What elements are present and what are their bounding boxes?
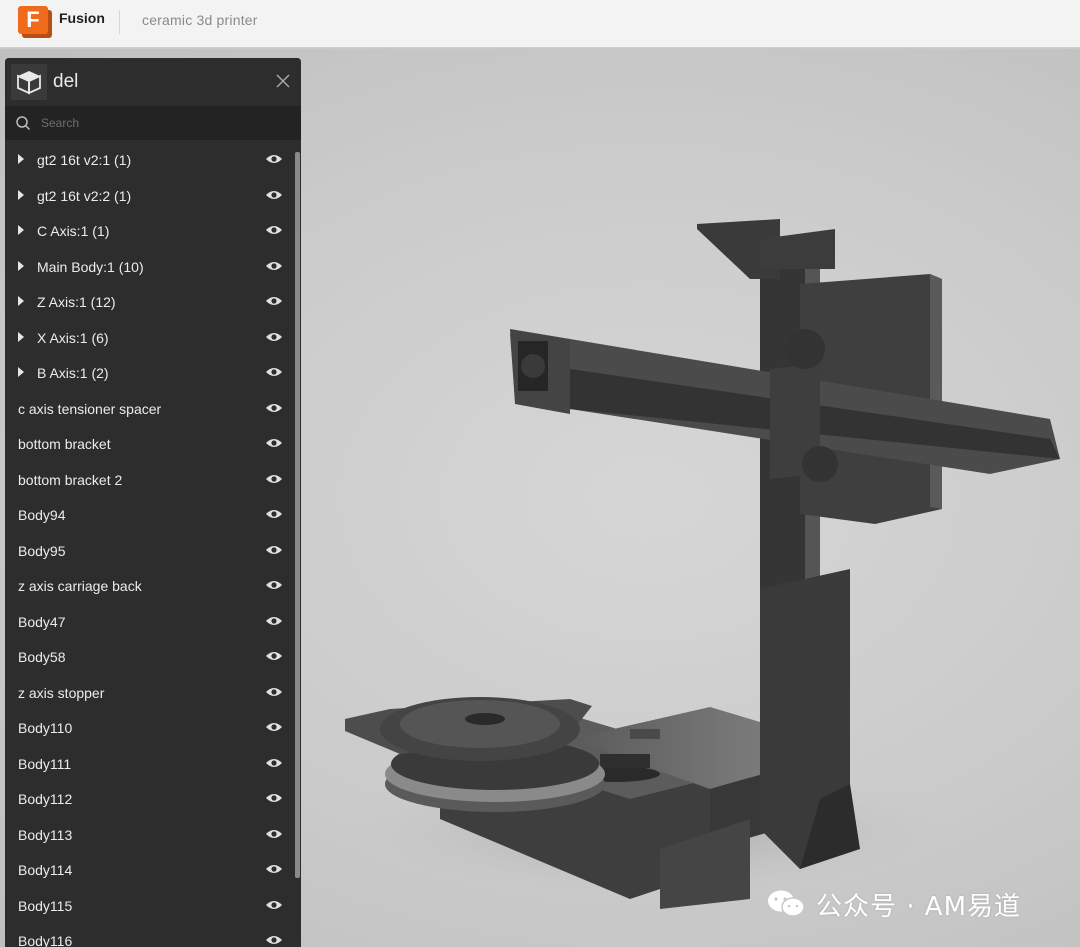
visibility-eye-icon[interactable]: [265, 828, 283, 840]
visibility-eye-icon[interactable]: [265, 224, 283, 236]
model-cube-icon[interactable]: [11, 64, 47, 100]
visibility-eye-icon[interactable]: [265, 579, 283, 591]
tree-item[interactable]: B Axis:1 (2): [5, 355, 293, 391]
tree-item-label: Body47: [18, 613, 66, 630]
visibility-eye-icon[interactable]: [265, 721, 283, 733]
divider: [119, 10, 120, 34]
visibility-eye-icon[interactable]: [265, 331, 283, 343]
visibility-eye-icon[interactable]: [265, 615, 283, 627]
tree-item-label: Body115: [18, 897, 73, 914]
visibility-eye-icon[interactable]: [265, 402, 283, 414]
tree-item[interactable]: X Axis:1 (6): [5, 320, 293, 356]
expand-arrow-icon[interactable]: [18, 260, 24, 271]
visibility-eye-icon[interactable]: [265, 863, 283, 875]
tree-item-label: Body113: [18, 826, 73, 843]
fusion-logo-icon[interactable]: F: [18, 6, 52, 38]
tree-item[interactable]: Body112: [5, 781, 293, 817]
visibility-eye-icon[interactable]: [265, 650, 283, 662]
tree-item-label: Body58: [18, 649, 66, 665]
tree-item-label: C Axis:1 (1): [37, 223, 110, 239]
browser-header: del: [5, 58, 301, 106]
watermark-text: 公众号 · AM易道: [816, 891, 1022, 922]
tree-item-label: z axis stopper: [18, 684, 105, 701]
visibility-eye-icon[interactable]: [265, 260, 283, 272]
tree-item-label: Main Body:1 (10): [37, 258, 144, 275]
tree-item[interactable]: Body58: [5, 639, 293, 675]
tree-item[interactable]: c axis tensioner spacer: [5, 391, 293, 427]
tree-item[interactable]: gt2 16t v2:2 (1): [5, 178, 293, 214]
tree-item[interactable]: Body94: [5, 497, 293, 533]
tree-item-label: gt2 16t v2:1 (1): [37, 152, 132, 168]
visibility-eye-icon[interactable]: [265, 508, 283, 520]
visibility-eye-icon[interactable]: [265, 473, 283, 485]
visibility-eye-icon[interactable]: [265, 366, 283, 378]
tree-item[interactable]: Body115: [5, 888, 293, 924]
expand-arrow-icon[interactable]: [18, 154, 24, 164]
browser-panel: del gt2 16t v2:1 (1) gt2 16t v2:2 (1) C Ax…: [5, 58, 301, 947]
tree-item-label: z axis carriage back: [18, 578, 142, 594]
tree-item-label: Body95: [18, 542, 66, 559]
browser-title: del: [53, 71, 79, 92]
document-title[interactable]: ceramic 3d printer: [142, 12, 258, 28]
tree-item[interactable]: z axis carriage back: [5, 568, 293, 604]
search-icon: [16, 116, 31, 131]
visibility-eye-icon[interactable]: [265, 934, 283, 946]
visibility-eye-icon[interactable]: [265, 437, 283, 449]
tree-item-label: c axis tensioner spacer: [18, 400, 162, 417]
visibility-eye-icon[interactable]: [265, 295, 283, 307]
tree-item-label: Body112: [18, 791, 73, 807]
tree-item[interactable]: bottom bracket 2: [5, 462, 293, 498]
visibility-eye-icon[interactable]: [265, 544, 283, 556]
watermark: 公众号 · AM易道: [766, 886, 1021, 922]
visibility-eye-icon[interactable]: [265, 899, 283, 911]
tree-item[interactable]: gt2 16t v2:1 (1): [5, 142, 293, 178]
expand-arrow-icon[interactable]: [18, 296, 24, 306]
tree-item-label: bottom bracket: [18, 436, 111, 452]
tree-item-label: gt2 16t v2:2 (1): [37, 187, 132, 204]
tree-item[interactable]: Body95: [5, 533, 293, 569]
top-bar: F Fusion ceramic 3d printer: [0, 0, 1080, 48]
tree-item[interactable]: Main Body:1 (10): [5, 249, 293, 285]
scrollbar[interactable]: [295, 152, 300, 878]
tree-item-label: X Axis:1 (6): [37, 329, 109, 346]
tree-item[interactable]: Body114: [5, 852, 293, 888]
logo-letter: F: [18, 6, 48, 34]
wechat-icon: [768, 890, 805, 917]
tree-item-label: Body94: [18, 507, 66, 523]
search-input[interactable]: [41, 112, 281, 134]
tree-item-label: Body111: [18, 755, 72, 772]
expand-arrow-icon[interactable]: [18, 225, 24, 235]
tree-item[interactable]: Body113: [5, 817, 293, 853]
visibility-eye-icon[interactable]: [265, 686, 283, 698]
close-icon[interactable]: [273, 72, 293, 92]
tree-item[interactable]: z axis stopper: [5, 675, 293, 711]
tree-item[interactable]: Body116: [5, 923, 293, 947]
tree-item[interactable]: Body111: [5, 746, 293, 782]
tree-item-label: Body116: [18, 933, 73, 947]
tree-item[interactable]: bottom bracket: [5, 426, 293, 462]
tree-item[interactable]: Body110: [5, 710, 293, 746]
tree-item-label: Z Axis:1 (12): [37, 294, 116, 310]
visibility-eye-icon[interactable]: [265, 792, 283, 804]
tree-item-label: bottom bracket 2: [18, 471, 123, 488]
browser-search: [5, 106, 301, 140]
tree-item-label: Body114: [18, 862, 73, 878]
expand-arrow-icon[interactable]: [18, 189, 24, 200]
visibility-eye-icon[interactable]: [265, 153, 283, 165]
printer-model[interactable]: [330, 209, 1080, 929]
tree-item-label: Body110: [18, 720, 73, 736]
expand-arrow-icon[interactable]: [18, 367, 24, 377]
expand-arrow-icon[interactable]: [18, 331, 24, 342]
tree-item[interactable]: C Axis:1 (1): [5, 213, 293, 249]
visibility-eye-icon[interactable]: [265, 757, 283, 769]
visibility-eye-icon[interactable]: [265, 189, 283, 201]
tree-item[interactable]: Z Axis:1 (12): [5, 284, 293, 320]
tree-item[interactable]: Body47: [5, 604, 293, 640]
tree-item-label: B Axis:1 (2): [37, 365, 109, 381]
browser-tree: gt2 16t v2:1 (1) gt2 16t v2:2 (1) C Axis:1…: [5, 142, 293, 947]
app-name: Fusion: [59, 10, 105, 26]
